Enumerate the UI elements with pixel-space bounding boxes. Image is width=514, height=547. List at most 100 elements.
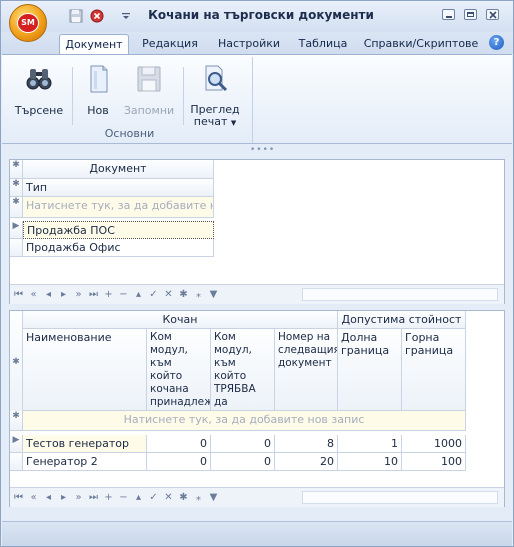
table-cell[interactable]: 8 bbox=[275, 435, 338, 453]
column-header-type[interactable]: Тип bbox=[23, 179, 214, 197]
new-document-icon bbox=[90, 65, 108, 93]
search-button[interactable]: Търсене bbox=[14, 63, 64, 117]
title-bar: SM Кочани на търговски документи bbox=[1, 1, 513, 42]
maximize-icon bbox=[467, 12, 474, 17]
table-cell-name[interactable]: Тестов генератор bbox=[23, 435, 147, 453]
ribbon-separator bbox=[183, 67, 184, 125]
nav-cancel-icon[interactable]: ✕ bbox=[163, 288, 174, 301]
nav-refresh-icon[interactable]: ✱ bbox=[178, 491, 189, 504]
splitter-grip[interactable]: •••• bbox=[250, 146, 274, 155]
nav-last-icon[interactable]: ⏭ bbox=[88, 288, 99, 301]
nav-last-icon[interactable]: ⏭ bbox=[88, 491, 99, 504]
tab-table[interactable]: Таблица bbox=[293, 34, 353, 54]
nav-prev-page-icon[interactable]: « bbox=[28, 491, 39, 504]
close-button[interactable] bbox=[486, 9, 499, 20]
print-preview-button[interactable]: Преглед печат ▼ bbox=[190, 63, 240, 129]
save-quick-icon[interactable] bbox=[69, 9, 83, 23]
minimize-button[interactable] bbox=[442, 9, 455, 20]
ribbon-group-caption: Основни bbox=[104, 127, 155, 140]
nav-insert-icon[interactable]: + bbox=[103, 491, 114, 504]
table-row[interactable]: Продажба ПОС bbox=[23, 221, 214, 239]
nav-delete-icon[interactable]: − bbox=[118, 491, 129, 504]
app-orb-button[interactable]: SM bbox=[9, 4, 47, 42]
table-cell[interactable]: 1 bbox=[338, 435, 402, 453]
save-label: Запомни bbox=[123, 104, 175, 117]
new-row-indicator: ✱ bbox=[10, 411, 23, 431]
nav-bookmark-icon[interactable]: ⁎ bbox=[193, 491, 204, 504]
column-header-target-module[interactable]: Ком модул, към който ТРЯБВА да принадлеж… bbox=[211, 329, 275, 411]
nav-post-icon[interactable]: ✓ bbox=[148, 288, 159, 301]
print-preview-icon bbox=[205, 65, 228, 92]
table-cell[interactable]: 0 bbox=[211, 435, 275, 453]
nav-next-page-icon[interactable]: » bbox=[73, 491, 84, 504]
nav-first-icon[interactable]: ⏮ bbox=[13, 491, 24, 504]
ribbon-panel: Търсене Нов Запомни Преглед печат ▼ Осно… bbox=[2, 54, 512, 144]
nav-edit-icon[interactable]: ▴ bbox=[133, 491, 144, 504]
app-logo: SM bbox=[17, 13, 39, 33]
nav-cancel-icon[interactable]: ✕ bbox=[163, 491, 174, 504]
nav-bookmark-icon[interactable]: ⁎ bbox=[193, 288, 204, 301]
tab-reports-scripts[interactable]: Справки/Скриптове bbox=[363, 34, 479, 54]
row-indicator bbox=[10, 453, 23, 471]
table-row[interactable]: Продажба Офис bbox=[23, 239, 214, 257]
header-indicator: ✱ bbox=[10, 311, 23, 419]
tab-edit[interactable]: Редакция bbox=[137, 34, 203, 54]
column-header-next-number[interactable]: Номер на следващия документ bbox=[275, 329, 338, 411]
column-header-name[interactable]: Наименование bbox=[23, 329, 147, 411]
grid-navigator: ⏮ « ◂ ▸ » ⏭ + − ▴ ✓ ✕ ✱ ⁎ ▼ bbox=[10, 284, 504, 304]
nav-prev-icon[interactable]: ◂ bbox=[43, 288, 54, 301]
minimize-icon bbox=[446, 16, 452, 18]
nav-next-icon[interactable]: ▸ bbox=[58, 288, 69, 301]
new-button[interactable]: Нов bbox=[80, 63, 116, 117]
table-cell[interactable]: 0 bbox=[147, 453, 211, 471]
tab-document[interactable]: Документ bbox=[59, 34, 129, 54]
table-cell[interactable]: 0 bbox=[147, 435, 211, 453]
column-header-current-module[interactable]: Ком модул, към който кочана принадлеж и … bbox=[147, 329, 211, 411]
nav-post-icon[interactable]: ✓ bbox=[148, 491, 159, 504]
nav-prev-page-icon[interactable]: « bbox=[28, 288, 39, 301]
table-cell[interactable]: 100 bbox=[402, 453, 466, 471]
table-cell[interactable]: 1000 bbox=[402, 435, 466, 453]
status-bar bbox=[2, 521, 512, 546]
horizontal-scrollbar[interactable] bbox=[302, 288, 498, 301]
nav-refresh-icon[interactable]: ✱ bbox=[178, 288, 189, 301]
close-document-icon[interactable] bbox=[90, 9, 104, 23]
nav-insert-icon[interactable]: + bbox=[103, 288, 114, 301]
search-label: Търсене bbox=[14, 104, 64, 117]
tab-settings[interactable]: Настройки bbox=[213, 34, 285, 54]
column-header-document[interactable]: Документ bbox=[23, 160, 214, 179]
nav-next-page-icon[interactable]: » bbox=[73, 288, 84, 301]
table-cell-name[interactable]: Генератор 2 bbox=[23, 453, 147, 471]
row-indicator-current: ▶ bbox=[10, 221, 23, 239]
ribbon-group-main: Търсене Нов Запомни Преглед печат ▼ Осно… bbox=[6, 57, 253, 143]
ribbon-separator bbox=[72, 67, 73, 125]
save-button[interactable]: Запомни bbox=[122, 63, 176, 117]
nav-first-icon[interactable]: ⏮ bbox=[13, 288, 24, 301]
band-header-allowed-value[interactable]: Допустима стойност bbox=[338, 311, 466, 329]
band-header-kochan[interactable]: Кочан bbox=[23, 311, 338, 329]
table-cell[interactable]: 0 bbox=[211, 453, 275, 471]
nav-filter-icon[interactable]: ▼ bbox=[208, 491, 219, 504]
nav-prev-icon[interactable]: ◂ bbox=[43, 491, 54, 504]
new-row-placeholder[interactable]: Натиснете тук, за да добавите нов запис bbox=[23, 411, 466, 431]
dropdown-arrow-icon: ▼ bbox=[230, 119, 237, 127]
generator-grid: ✱ Кочан Допустима стойност Наименование … bbox=[9, 310, 505, 507]
nav-next-icon[interactable]: ▸ bbox=[58, 491, 69, 504]
binoculars-icon bbox=[26, 69, 52, 90]
column-header-upper-limit[interactable]: Горна граница bbox=[402, 329, 466, 411]
row-indicator: ✱ bbox=[10, 160, 23, 179]
table-cell[interactable]: 10 bbox=[338, 453, 402, 471]
column-header-lower-limit[interactable]: Долна граница bbox=[338, 329, 402, 411]
row-indicator-current: ▶ bbox=[10, 435, 23, 453]
horizontal-scrollbar[interactable] bbox=[302, 491, 498, 504]
table-cell[interactable]: 20 bbox=[275, 453, 338, 471]
main-window: SM Кочани на търговски документи Докумен… bbox=[0, 0, 514, 547]
maximize-button[interactable] bbox=[464, 9, 477, 20]
help-icon[interactable]: ? bbox=[489, 35, 504, 50]
nav-edit-icon[interactable]: ▴ bbox=[133, 288, 144, 301]
nav-filter-icon[interactable]: ▼ bbox=[208, 288, 219, 301]
row-indicator: ✱ bbox=[10, 179, 23, 197]
nav-delete-icon[interactable]: − bbox=[118, 288, 129, 301]
new-row-placeholder[interactable]: Натиснете тук, за да добавите нов за bbox=[23, 197, 214, 218]
new-label: Нов bbox=[87, 104, 109, 117]
